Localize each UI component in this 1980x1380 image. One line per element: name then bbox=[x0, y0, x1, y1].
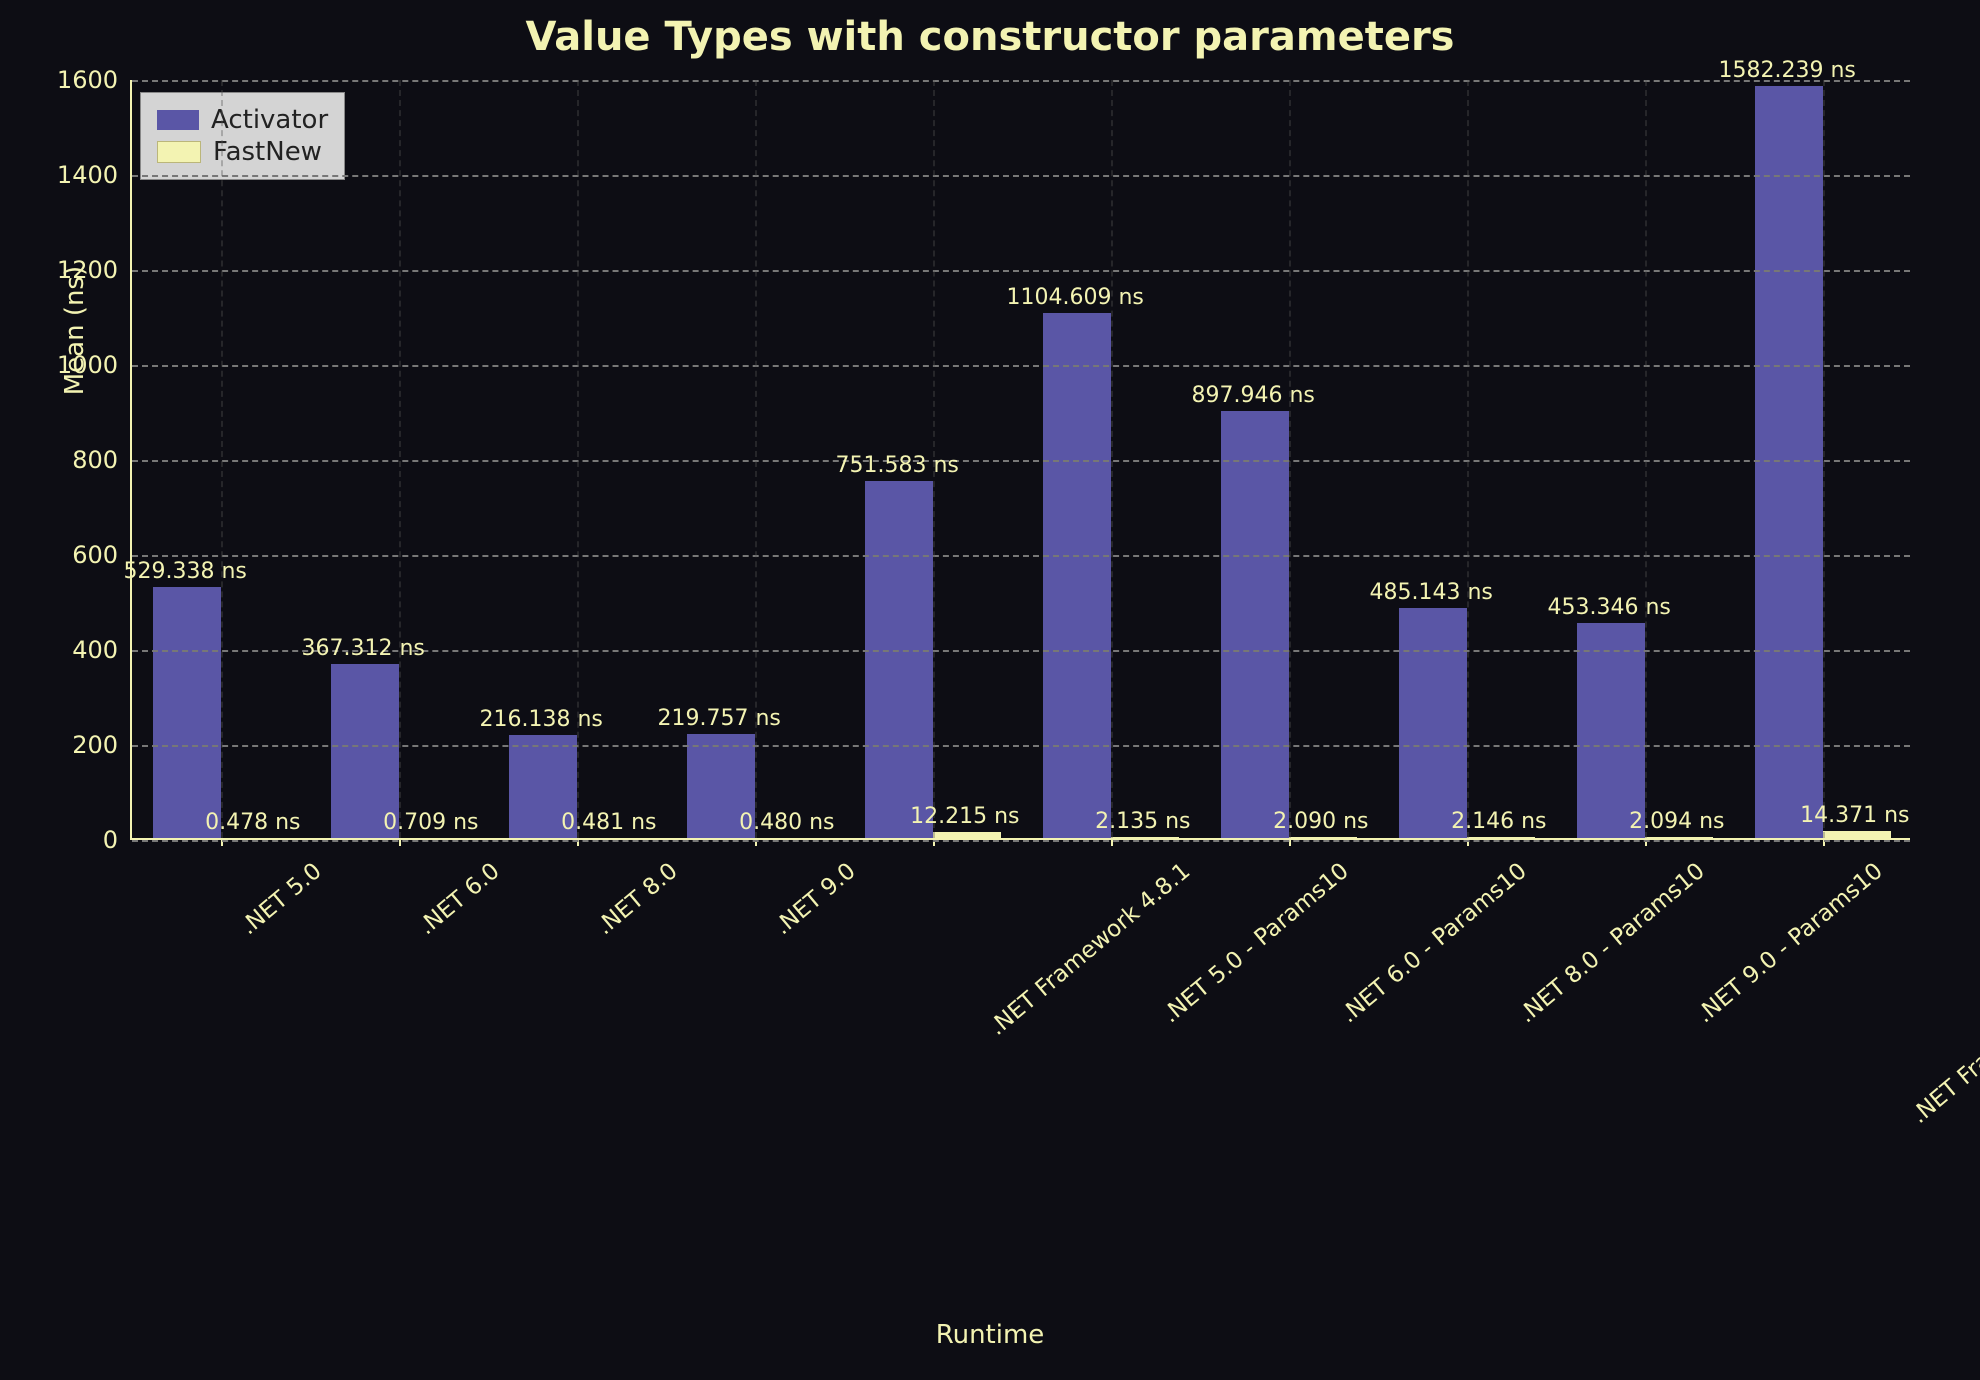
bar-value-label: 897.946 ns bbox=[1191, 383, 1314, 408]
bar-value-label: 453.346 ns bbox=[1547, 595, 1670, 620]
bar-value-label: 0.480 ns bbox=[739, 810, 834, 835]
fastnew-bar bbox=[1467, 837, 1535, 838]
x-tick-label: .NET 8.0 bbox=[592, 858, 683, 940]
chart-container: Value Types with constructor parameters … bbox=[0, 0, 1980, 1380]
axes bbox=[130, 80, 1910, 840]
bar-value-label: 2.135 ns bbox=[1095, 809, 1190, 834]
activator-bar bbox=[153, 587, 221, 838]
x-tick-label: .NET Framework 4.8.1 - Params10 bbox=[1906, 858, 1980, 1129]
v-gridline bbox=[1645, 80, 1647, 838]
bar-value-label: 216.138 ns bbox=[479, 707, 602, 732]
v-gridline bbox=[1823, 80, 1825, 838]
bar-value-label: 0.709 ns bbox=[383, 810, 478, 835]
y-tick-label: 800 bbox=[72, 446, 130, 474]
plot-area: 02004006008001000120014001600 .NET 5.0.N… bbox=[130, 80, 1910, 840]
bar-value-label: 1104.609 ns bbox=[1006, 285, 1143, 310]
fastnew-bar bbox=[1823, 831, 1891, 838]
bar-value-label: 2.146 ns bbox=[1451, 809, 1546, 834]
fastnew-bar bbox=[1645, 837, 1713, 838]
x-tick-label: .NET 9.0 bbox=[770, 858, 861, 940]
bar-value-label: 2.090 ns bbox=[1273, 809, 1368, 834]
bar-value-label: 219.757 ns bbox=[657, 706, 780, 731]
y-tick-label: 1400 bbox=[57, 161, 130, 189]
x-tick-label: .NET 6.0 - Params10 bbox=[1336, 858, 1532, 1028]
bar-value-label: 485.143 ns bbox=[1369, 580, 1492, 605]
bar-value-label: 14.371 ns bbox=[1800, 803, 1909, 828]
activator-bar bbox=[1221, 411, 1289, 838]
activator-bar bbox=[1399, 608, 1467, 838]
fastnew-bar bbox=[1289, 837, 1357, 838]
y-tick-label: 1200 bbox=[57, 256, 130, 284]
y-tick-label: 1600 bbox=[57, 66, 130, 94]
bar-value-label: 367.312 ns bbox=[301, 636, 424, 661]
v-gridline bbox=[399, 80, 401, 838]
y-tick-label: 0 bbox=[103, 826, 130, 854]
activator-bar bbox=[1755, 86, 1823, 838]
y-tick-label: 1000 bbox=[57, 351, 130, 379]
bar-value-label: 0.478 ns bbox=[205, 810, 300, 835]
v-gridline bbox=[1111, 80, 1113, 838]
v-gridline bbox=[1289, 80, 1291, 838]
bar-value-label: 0.481 ns bbox=[561, 810, 656, 835]
v-gridline bbox=[221, 80, 223, 838]
chart-title: Value Types with constructor parameters bbox=[0, 14, 1980, 60]
activator-bar bbox=[1577, 623, 1645, 838]
fastnew-bar bbox=[1111, 837, 1179, 838]
v-gridline bbox=[1467, 80, 1469, 838]
activator-bar bbox=[1043, 313, 1111, 838]
y-tick-label: 600 bbox=[72, 541, 130, 569]
y-tick-label: 400 bbox=[72, 636, 130, 664]
x-tick-label: .NET 6.0 bbox=[414, 858, 505, 940]
x-tick-label: .NET 8.0 - Params10 bbox=[1514, 858, 1710, 1028]
bar-value-label: 751.583 ns bbox=[835, 453, 958, 478]
bar-value-label: 1582.239 ns bbox=[1718, 58, 1855, 83]
bar-value-label: 2.094 ns bbox=[1629, 809, 1724, 834]
gridline bbox=[132, 840, 1910, 842]
activator-bar bbox=[865, 481, 933, 838]
x-tick-label: .NET 5.0 bbox=[236, 858, 327, 940]
bar-value-label: 529.338 ns bbox=[123, 559, 246, 584]
x-axis-label: Runtime bbox=[0, 1320, 1980, 1350]
y-tick-label: 200 bbox=[72, 731, 130, 759]
x-tick-label: .NET 9.0 - Params10 bbox=[1692, 858, 1888, 1028]
fastnew-bar bbox=[933, 832, 1001, 838]
bar-value-label: 12.215 ns bbox=[910, 804, 1019, 829]
